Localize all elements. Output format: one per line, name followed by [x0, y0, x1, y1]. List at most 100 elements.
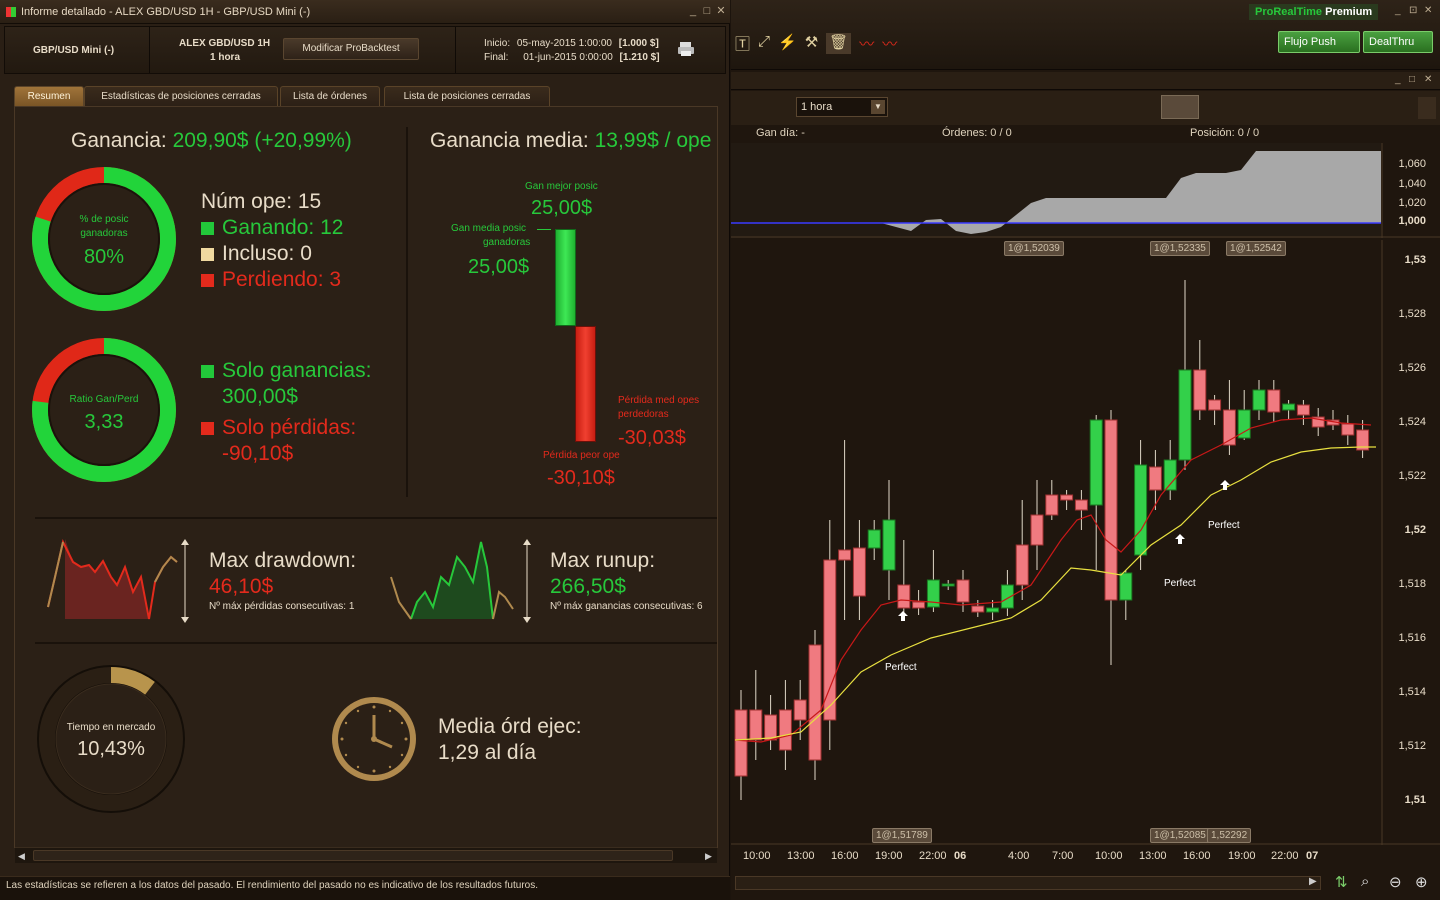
add-indicator-icon[interactable] — [1161, 95, 1199, 119]
window-titlebar: Informe detallado - ALEX GBD/USD 1H - GB… — [0, 0, 730, 24]
candle-bearish — [852, 547, 866, 597]
maximize-icon[interactable]: □ — [1409, 74, 1415, 85]
even-count: Incluso: 0 — [201, 242, 312, 266]
zoom-out-icon[interactable]: ⊖ — [1389, 873, 1402, 891]
brand-label: ProRealTime Premium — [1249, 4, 1379, 20]
tab-closed-position-stats[interactable]: Estadísticas de posiciones cerradas — [84, 86, 278, 106]
num-operations: Núm ope: 15 — [201, 190, 322, 213]
annotation-perfect-2: Perfect — [1164, 578, 1196, 589]
candle-bullish — [1252, 389, 1266, 411]
system-name: ALEX GBD/USD 1H — [179, 38, 271, 49]
candle-bearish — [793, 699, 807, 721]
trade-label-bottom-2: 1@1,52085 — [1150, 828, 1210, 843]
only-gains: Solo ganancias: — [201, 359, 371, 383]
flujo-push-button[interactable]: Flujo Push — [1278, 31, 1360, 53]
summary-panel: Ganancia: 209,90$ (+20,99%) % de posic g… — [14, 106, 718, 863]
dealthru-button[interactable]: DealThru — [1363, 31, 1433, 53]
candle-bullish — [867, 529, 881, 549]
candle-bearish — [1060, 494, 1074, 501]
text-tool-icon[interactable]: 🅃 — [735, 33, 750, 54]
tab-order-list[interactable]: Lista de órdenes — [280, 86, 380, 106]
price-candlestick-chart — [731, 240, 1440, 845]
candle-bullish — [1163, 459, 1177, 491]
app-icon — [6, 6, 16, 17]
scroll-right-icon[interactable]: ▶ — [705, 851, 712, 862]
position-info-bar: Gan día: - Órdenes: 0 / 0 Posición: 0 / … — [756, 127, 1260, 139]
zoom-in-icon[interactable]: ⊕ — [1415, 873, 1428, 891]
clock-icon — [332, 697, 416, 781]
candle-bearish — [1030, 514, 1044, 546]
start-date-row: Inicio: 05-may-2015 1:00:00 [1.000 $] — [484, 38, 659, 49]
modify-probacktest-button[interactable]: Modificar ProBacktest — [283, 38, 419, 60]
close-icon[interactable]: ✕ — [1424, 74, 1432, 85]
timeframe-select[interactable]: 1 hora ▼ — [796, 97, 888, 117]
minimize-icon[interactable]: _ — [686, 4, 700, 18]
horizontal-scrollbar[interactable]: ◀ ▶ — [15, 847, 717, 863]
tab-closed-positions-list[interactable]: Lista de posiciones cerradas — [384, 86, 550, 106]
candle-bearish — [808, 644, 822, 761]
candle-bearish — [1045, 494, 1059, 516]
candle-bullish — [1089, 419, 1103, 506]
candle-bearish — [1208, 399, 1222, 411]
candle-bullish — [941, 583, 955, 587]
restore-icon[interactable]: ⊡ — [1409, 5, 1417, 16]
indicator2-icon[interactable]: 〰 — [882, 33, 897, 54]
candle-bearish — [912, 601, 926, 609]
annotation-perfect-1: Perfect — [885, 662, 917, 673]
system-timeframe: 1 hora — [210, 52, 241, 63]
candle-bullish — [1282, 403, 1296, 411]
candle-bearish — [1015, 544, 1029, 586]
close-icon[interactable]: ✕ — [1424, 5, 1432, 16]
trash-icon[interactable]: 🗑 — [826, 33, 852, 54]
candle-bearish — [734, 709, 748, 777]
vertical-divider — [406, 127, 408, 497]
candle-bearish — [1193, 369, 1207, 411]
minimize-icon[interactable]: _ — [1395, 74, 1401, 85]
maximize-icon[interactable]: □ — [700, 4, 714, 18]
scroll-right-icon[interactable]: ▶ — [1309, 876, 1317, 887]
indicator-icon[interactable]: 〰 — [859, 33, 874, 54]
candle-bullish — [986, 607, 1000, 613]
line-tool-icon[interactable]: ⤢ — [758, 33, 770, 54]
trade-label-top-3: 1@1,52542 — [1226, 241, 1286, 256]
fan-tool-icon[interactable]: ⚡ — [778, 33, 797, 54]
chart-controls: 1 hora ▼ — [731, 91, 1440, 125]
candle-bearish — [956, 579, 970, 603]
gain-loss-ratio-donut — [32, 338, 176, 482]
only-losses: Solo pérdidas: — [201, 416, 356, 440]
trade-label-top-2: 1@1,52335 — [1150, 241, 1210, 256]
trade-label-bottom-1: 1@1,51789 — [872, 828, 932, 843]
avg-win-arrow — [537, 229, 551, 230]
auto-scale-icon[interactable]: ⇅ — [1335, 873, 1348, 891]
chart-window: ProRealTime Premium _ ⊡ ✕ 🅃 ⤢ ⚡ ⚒ 🗑 〰 〰 … — [731, 0, 1440, 900]
chevron-down-icon: ▼ — [871, 100, 885, 114]
equity-curve-panel — [731, 143, 1440, 238]
candle-bearish — [1341, 423, 1355, 436]
instrument-name: GBP/USD Mini (-) — [33, 45, 115, 56]
candle-bearish — [897, 584, 911, 609]
minimize-icon[interactable]: _ — [1395, 5, 1401, 16]
window-title: Informe detallado - ALEX GBD/USD 1H - GB… — [21, 5, 311, 18]
side-toggle-icon[interactable] — [1418, 97, 1436, 119]
zoom-fit-icon[interactable]: ⌕ — [1361, 873, 1369, 890]
report-info-bar: GBP/USD Mini (-) ALEX GBD/USD 1H 1 hora … — [4, 26, 726, 74]
candle-bearish — [971, 605, 985, 613]
candle-bearish — [823, 559, 837, 721]
winning-count: Ganando: 12 — [201, 216, 343, 240]
end-date-row: Final: 01-jun-2015 0:00:00 [1.210 $] — [484, 52, 660, 63]
trade-label-top-1: 1@1,52039 — [1004, 241, 1064, 256]
candle-bullish — [1134, 464, 1148, 556]
losing-count: Perdiendo: 3 — [201, 268, 341, 292]
print-icon[interactable] — [677, 41, 695, 57]
avg-loss-bar — [575, 326, 596, 442]
avg-win-bar — [555, 229, 576, 326]
close-icon[interactable]: ✕ — [714, 4, 728, 18]
scroll-thumb[interactable] — [33, 850, 673, 861]
gain-header: Ganancia: 209,90$ (+20,99%) — [71, 129, 352, 152]
chart-scrollbar[interactable] — [735, 876, 1321, 890]
tools-icon[interactable]: ⚒ — [805, 33, 818, 54]
scroll-left-icon[interactable]: ◀ — [18, 851, 25, 862]
candle-bearish — [749, 709, 763, 741]
chart-subbar: _ □ ✕ — [731, 72, 1440, 90]
tab-resumen[interactable]: Resumen — [14, 86, 84, 106]
